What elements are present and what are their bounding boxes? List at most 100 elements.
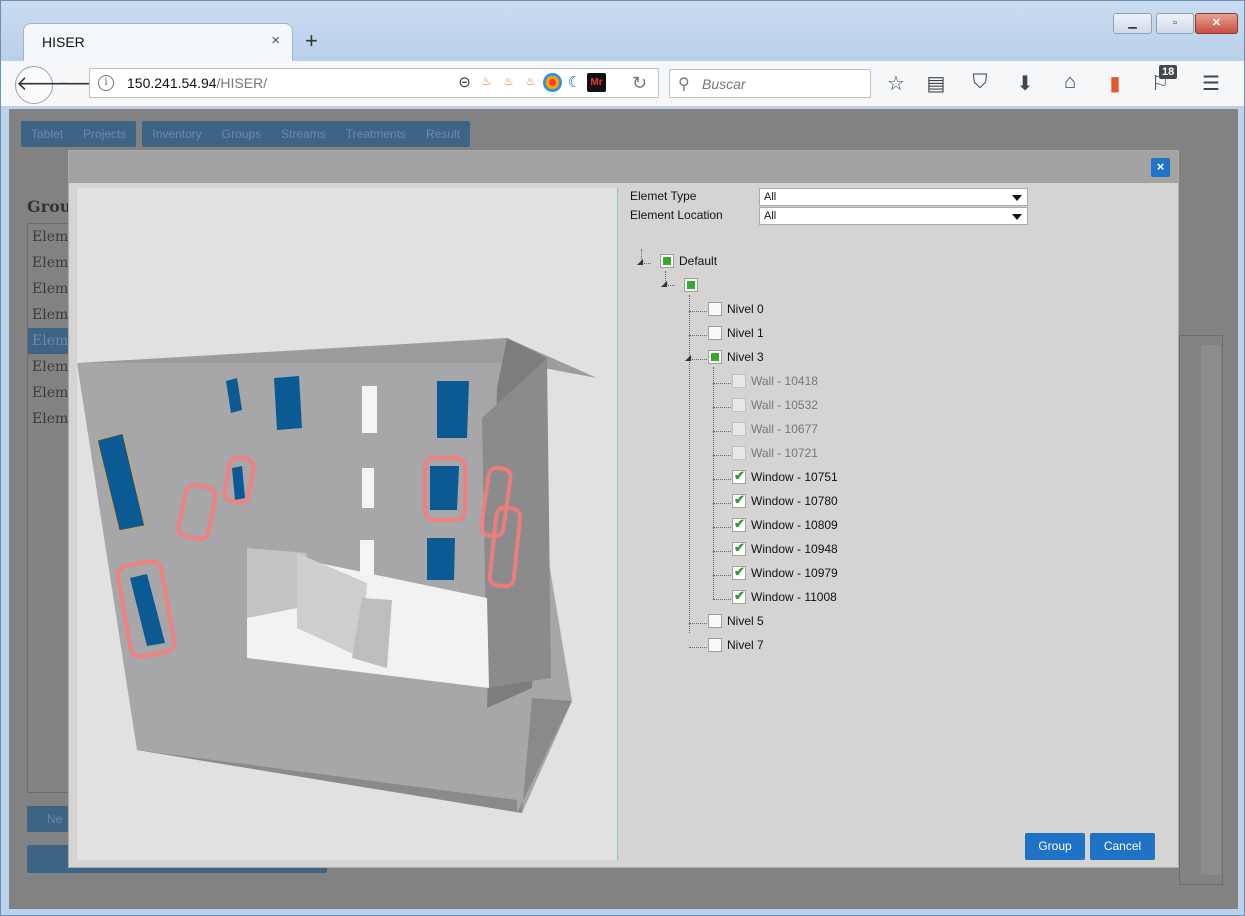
tree-checkbox[interactable]: [708, 613, 722, 628]
home-icon[interactable]: ⌂: [1058, 71, 1082, 94]
collapse-arrow-icon[interactable]: ◢: [637, 257, 643, 266]
element-type-select[interactable]: All: [759, 188, 1028, 206]
search-icon: ⚲: [678, 76, 690, 93]
browser-tab[interactable]: HISER ×: [23, 23, 293, 61]
eye-extension-icon[interactable]: ⊝: [455, 73, 474, 92]
tree-node-wall: Wall - 10418: [732, 373, 818, 393]
tree-checkbox-checked[interactable]: [732, 468, 746, 484]
menu-icon[interactable]: ☰: [1199, 71, 1223, 96]
window-shape: [437, 381, 469, 438]
dialog-header: ×: [69, 151, 1178, 183]
tree-checkbox[interactable]: [684, 277, 698, 292]
tree-label: Window - 10948: [751, 541, 838, 556]
tree-node-nivel-0[interactable]: Nivel 0: [708, 301, 764, 321]
3d-model-viewer[interactable]: [77, 188, 618, 860]
element-location-value: All: [764, 210, 777, 222]
element-type-value: All: [764, 191, 777, 203]
tree-node-window[interactable]: Window - 10751: [732, 468, 838, 489]
download-icon[interactable]: ⬇: [1013, 71, 1037, 96]
tree-checkbox[interactable]: [708, 301, 722, 316]
opening: [360, 540, 374, 576]
group-button[interactable]: Group: [1025, 833, 1085, 860]
nav-inventory[interactable]: Inventory: [142, 121, 211, 147]
tree-checkbox: [732, 397, 746, 412]
nav-groups[interactable]: Groups: [212, 121, 271, 147]
background-scrollbar[interactable]: [1201, 345, 1221, 875]
tree-label: Window - 10751: [751, 469, 838, 484]
tree-node-window[interactable]: Window - 10809: [732, 516, 838, 537]
tree-checkbox-checked[interactable]: [732, 588, 746, 604]
pocket-icon[interactable]: ⛉: [968, 71, 992, 94]
tree-node-default[interactable]: Default: [660, 253, 717, 273]
back-button[interactable]: 🡐: [15, 66, 70, 104]
tree-node-nivel-5[interactable]: Nivel 5: [708, 613, 764, 633]
tree-node-wall: Wall - 10677: [732, 421, 818, 441]
tree-node-window[interactable]: Window - 11008: [732, 588, 837, 609]
mr-extension-icon[interactable]: Mr: [587, 73, 606, 92]
tree-node-window[interactable]: Window - 10780: [732, 492, 838, 513]
nav-result[interactable]: Result: [416, 121, 470, 147]
reload-icon[interactable]: ↻: [632, 73, 647, 94]
reading-list-icon[interactable]: ▤: [924, 71, 948, 96]
tree-checkbox-checked[interactable]: [732, 516, 746, 532]
nav-tablet[interactable]: Tablet: [21, 121, 73, 147]
tree-connector: [689, 359, 707, 360]
collapse-arrow-icon[interactable]: ◢: [685, 353, 691, 362]
tree-checkbox[interactable]: [708, 325, 722, 340]
tree-node-unnamed[interactable]: [684, 277, 698, 297]
tab-close-icon[interactable]: ×: [271, 32, 280, 49]
java-icon[interactable]: ♨: [477, 73, 496, 92]
minimize-button[interactable]: ▁: [1113, 13, 1152, 34]
nav-treatments[interactable]: Treatments: [336, 121, 416, 147]
group-elements-dialog: × Elemet Type All Element Location All ◢…: [68, 150, 1179, 868]
tree-label: Nivel 0: [727, 301, 764, 316]
tree-connector: [689, 623, 707, 624]
groups-heading: Grou: [27, 197, 72, 216]
maximize-button[interactable]: ▫: [1156, 13, 1194, 34]
dialog-close-button[interactable]: ×: [1151, 158, 1170, 177]
tree-checkbox[interactable]: [708, 637, 722, 652]
tree-label: Wall - 10677: [751, 421, 818, 436]
window-shape: [274, 376, 302, 430]
url-text[interactable]: 150.241.54.94/HISER/: [127, 75, 267, 91]
tree-label: Window - 10780: [751, 493, 838, 508]
tree-checkbox-checked[interactable]: [732, 540, 746, 556]
new-tab-button[interactable]: +: [305, 28, 318, 54]
java-icon-3[interactable]: ♨: [521, 73, 540, 92]
tree-node-nivel-3[interactable]: Nivel 3: [708, 349, 764, 369]
moon-extension-icon[interactable]: ☾: [565, 73, 584, 92]
tree-checkbox[interactable]: [660, 253, 674, 268]
extension-bottle-icon[interactable]: ▮: [1103, 71, 1127, 96]
element-location-select[interactable]: All: [759, 207, 1028, 225]
tree-connector: [713, 503, 731, 504]
tree-checkbox[interactable]: [708, 349, 722, 364]
tree-checkbox-checked[interactable]: [732, 564, 746, 580]
tree-checkbox: [732, 373, 746, 388]
tree-checkbox-checked[interactable]: [732, 492, 746, 508]
collapse-arrow-icon[interactable]: ◢: [661, 279, 667, 288]
cancel-button[interactable]: Cancel: [1090, 833, 1155, 860]
tree-node-nivel-7[interactable]: Nivel 7: [708, 637, 764, 657]
element-type-label: Elemet Type: [630, 189, 697, 203]
tree-node-window[interactable]: Window - 10948: [732, 540, 838, 561]
tree-connector: [713, 431, 731, 432]
tree-node-window[interactable]: Window - 10979: [732, 564, 838, 585]
tree-label: Nivel 3: [727, 349, 764, 364]
tree-connector: [689, 295, 690, 633]
address-bar[interactable]: i 150.241.54.94/HISER/ ⊝ ♨ ♨ ♨ ☾ Mr ↻: [89, 68, 659, 98]
bookmark-star-icon[interactable]: ☆: [884, 71, 908, 96]
element-location-label: Element Location: [630, 208, 723, 222]
extension-icons: ⊝ ♨ ♨ ♨ ☾ Mr: [455, 73, 606, 92]
app-nav: Tablet Projects Inventory Groups Streams…: [21, 121, 471, 147]
nav-streams[interactable]: Streams: [271, 121, 336, 147]
info-icon[interactable]: i: [98, 75, 114, 91]
java-icon-2[interactable]: ♨: [499, 73, 518, 92]
tree-node-nivel-1[interactable]: Nivel 1: [708, 325, 764, 345]
search-bar[interactable]: ⚲ Buscar: [669, 69, 871, 98]
nav-projects[interactable]: Projects: [73, 121, 136, 147]
tree-label: Window - 10809: [751, 517, 838, 532]
target-extension-icon[interactable]: [543, 73, 562, 92]
tab-title: HISER: [42, 34, 85, 50]
window-close-button[interactable]: ✕: [1195, 13, 1238, 34]
tree-connector: [713, 367, 714, 599]
